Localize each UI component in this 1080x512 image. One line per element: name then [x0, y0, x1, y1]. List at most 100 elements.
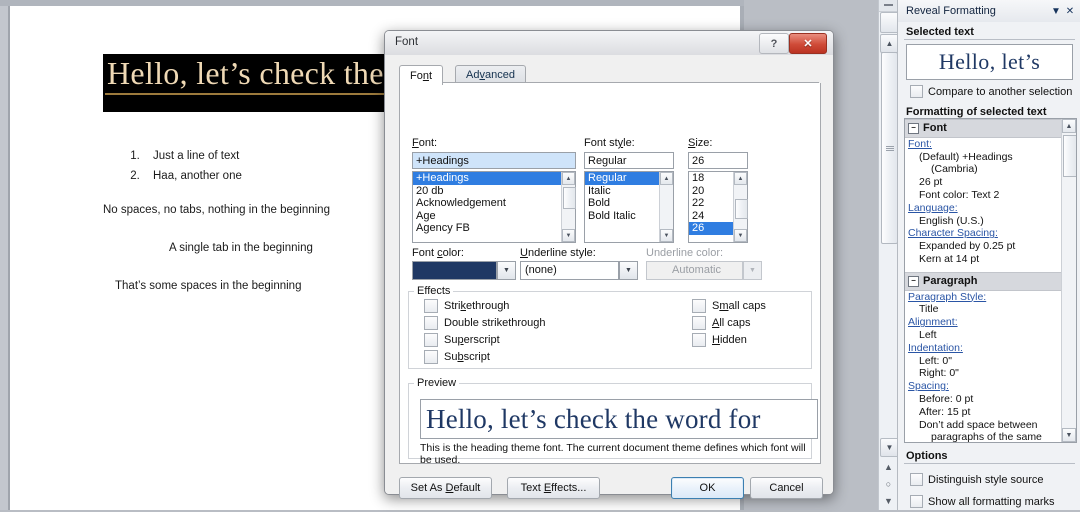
font-list-scrollbar[interactable]: ▲ ▼	[561, 172, 576, 242]
scroll-down-arrow-icon[interactable]: ▼	[562, 229, 575, 242]
formatting-value: Before: 0 pt	[919, 392, 974, 405]
superscript-checkbox[interactable]: Superscript	[424, 333, 500, 347]
formatting-value: Title	[919, 303, 939, 316]
checkbox-icon[interactable]	[910, 495, 923, 508]
checkbox-icon[interactable]	[692, 333, 706, 347]
formatting-value: Right: 0"	[919, 367, 959, 380]
font-dialog[interactable]: Font ? ✕ Font Advanced Font: Font style:…	[384, 30, 834, 499]
chevron-down-icon[interactable]: ▼	[619, 261, 638, 280]
scroll-down-arrow-icon[interactable]: ▼	[1062, 428, 1076, 442]
small-caps-label: Small caps	[712, 300, 766, 312]
checkbox-icon[interactable]	[692, 316, 706, 330]
font-style-label: Font style:	[584, 137, 635, 149]
pane-header: Reveal Formatting ▼ ✕	[898, 0, 1080, 23]
browse-object-icon[interactable]: ○	[880, 475, 897, 492]
formatting-details-box[interactable]: − Font Font: (Default) +Headings (Cambri…	[904, 118, 1077, 443]
all-caps-checkbox[interactable]: All caps	[692, 316, 751, 330]
subscript-checkbox[interactable]: Subscript	[424, 350, 490, 364]
underline-style-value[interactable]: (none)	[520, 261, 619, 280]
formatting-link[interactable]: Indentation:	[905, 342, 1061, 355]
formatting-link[interactable]: Character Spacing:	[905, 227, 1061, 240]
formatting-link[interactable]: Font:	[905, 138, 1061, 151]
scroll-up-arrow-icon[interactable]: ▲	[660, 172, 673, 185]
scroll-up-arrow-icon[interactable]: ▲	[562, 172, 575, 185]
dialog-body: Font Advanced Font: Font style: Size: +H…	[385, 55, 833, 499]
size-input[interactable]: 26	[688, 152, 748, 169]
font-list[interactable]: +Headings 20 db Acknowledgement Age Agen…	[412, 171, 576, 243]
scrollbar-thumb[interactable]	[563, 187, 576, 209]
checkbox-icon[interactable]	[424, 316, 438, 330]
font-list-item[interactable]: 20 db	[413, 185, 575, 198]
ok-button[interactable]: OK	[671, 477, 744, 499]
scroll-up-arrow-icon[interactable]: ▲	[734, 172, 747, 185]
cancel-label: Cancel	[769, 482, 804, 494]
formatting-link[interactable]: Alignment:	[905, 316, 1061, 329]
font-color-swatch[interactable]	[412, 261, 497, 280]
scrollbar-thumb[interactable]	[735, 199, 748, 219]
scroll-down-glyph: ▼	[885, 442, 894, 452]
collapse-icon[interactable]: −	[908, 275, 919, 287]
next-page-icon[interactable]: ▼	[880, 492, 897, 509]
font-style-list[interactable]: Regular Italic Bold Bold Italic ▲ ▼	[584, 171, 674, 243]
scrollbar-thumb[interactable]	[881, 52, 898, 244]
selected-text-sample-box: Hello, let’s	[906, 44, 1073, 80]
strikethrough-checkbox[interactable]: Strikethrough	[424, 299, 509, 313]
formatting-value: Don’t add space between	[919, 418, 1038, 431]
formatting-group-paragraph[interactable]: − Paragraph	[905, 271, 1061, 291]
collapse-icon[interactable]: −	[908, 122, 919, 134]
checkbox-icon[interactable]	[910, 473, 923, 486]
set-as-default-button[interactable]: Set As Default	[399, 477, 492, 499]
font-list-item[interactable]: Acknowledgement	[413, 197, 575, 210]
checkbox-icon[interactable]	[424, 299, 438, 313]
font-style-list-scrollbar[interactable]: ▲ ▼	[659, 172, 673, 242]
close-icon[interactable]: ✕	[789, 33, 827, 54]
dialog-titlebar[interactable]: Font ? ✕	[385, 31, 833, 56]
checkbox-icon[interactable]	[424, 333, 438, 347]
font-color-label: Font color:	[412, 247, 464, 259]
chevron-down-icon[interactable]: ▼	[497, 261, 516, 280]
font-list-item[interactable]: Age	[413, 210, 575, 223]
help-icon[interactable]: ?	[759, 33, 789, 54]
font-color-combo[interactable]: ▼	[412, 261, 516, 280]
font-list-item[interactable]: Agency FB	[413, 222, 575, 235]
formatting-link[interactable]: Spacing:	[905, 380, 1061, 393]
double-strikethrough-checkbox[interactable]: Double strikethrough	[424, 316, 546, 330]
distinguish-style-source-checkbox[interactable]: Distinguish style source	[898, 468, 1080, 490]
compare-selection-checkbox[interactable]: Compare to another selection	[898, 80, 1080, 102]
font-name-input[interactable]: +Headings	[412, 152, 576, 169]
checkbox-icon[interactable]	[424, 350, 438, 364]
formatting-link[interactable]: Paragraph Style:	[905, 291, 1061, 304]
scrollbar-thumb[interactable]	[1063, 135, 1076, 177]
document-vertical-scrollbar[interactable]: ▲ ▼ ▲ ○ ▼	[878, 0, 899, 510]
size-list[interactable]: 18 20 22 24 26 ▲ ▼	[688, 171, 748, 243]
split-handle-icon[interactable]	[879, 0, 898, 12]
scroll-down-arrow-icon[interactable]: ▼	[734, 229, 747, 242]
checkbox-icon[interactable]	[692, 299, 706, 313]
tab-font[interactable]: Font	[399, 65, 444, 85]
preview-container: Hello, let’s check the word for This is …	[408, 383, 818, 466]
close-icon[interactable]: ✕	[1063, 4, 1077, 18]
scroll-down-arrow-icon[interactable]: ▼	[660, 229, 673, 242]
text-effects-button[interactable]: Text Effects...	[507, 477, 600, 499]
formatting-group-font[interactable]: − Font	[905, 119, 1061, 138]
formatting-link[interactable]: Language:	[905, 202, 1061, 215]
cancel-button[interactable]: Cancel	[750, 477, 823, 499]
size-list-scrollbar[interactable]: ▲ ▼	[733, 172, 748, 242]
superscript-label: Superscript	[444, 334, 500, 346]
underline-style-combo[interactable]: (none) ▼	[520, 261, 638, 280]
pane-options-section: Options Distinguish style source Show al…	[898, 446, 1080, 512]
formatting-value: Left	[919, 328, 937, 341]
show-all-formatting-marks-checkbox[interactable]: Show all formatting marks	[898, 490, 1080, 512]
small-caps-checkbox[interactable]: Small caps	[692, 299, 766, 313]
previous-page-icon[interactable]: ▲	[880, 458, 897, 475]
formatting-details-list: − Font Font: (Default) +Headings (Cambri…	[905, 119, 1061, 442]
all-caps-label: All caps	[712, 317, 751, 329]
font-style-input[interactable]: Regular	[584, 152, 674, 169]
checkbox-icon[interactable]	[910, 85, 923, 98]
formatting-pane-scrollbar[interactable]: ▲ ▼	[1061, 119, 1076, 442]
font-list-item[interactable]: +Headings	[413, 172, 575, 185]
chevron-down-icon[interactable]: ▼	[1049, 4, 1063, 18]
scroll-up-glyph: ▲	[885, 38, 894, 48]
hidden-checkbox[interactable]: Hidden	[692, 333, 747, 347]
scroll-up-arrow-icon[interactable]: ▲	[1062, 119, 1076, 133]
